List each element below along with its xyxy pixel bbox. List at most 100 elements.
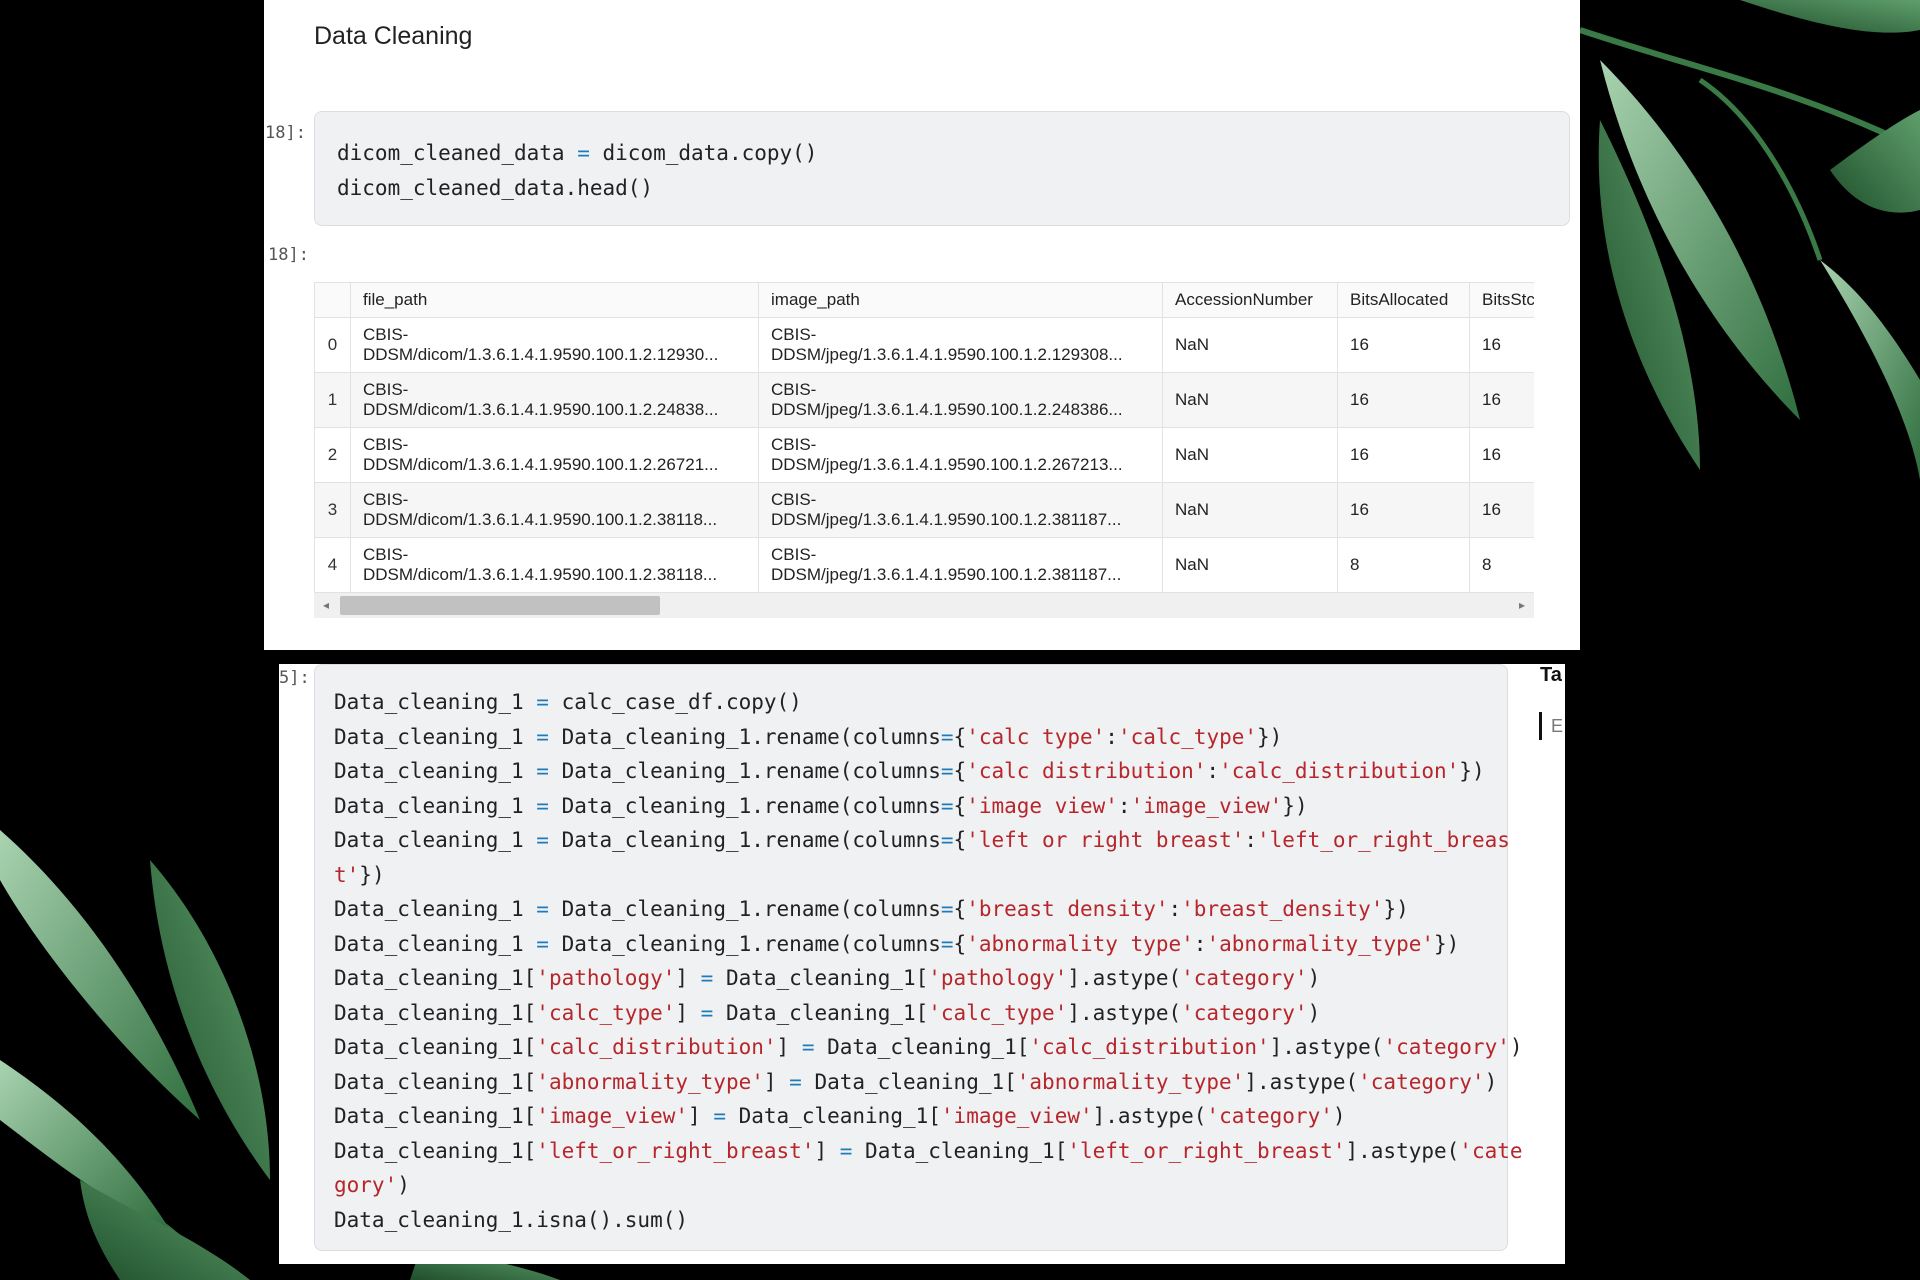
section-heading: Data Cleaning: [314, 22, 473, 50]
code-line: Data_cleaning_1['calc_type'] = Data_clea…: [334, 996, 1488, 1031]
code-line: gory'): [334, 1168, 1488, 1203]
code-text: Data_cleaning_1[: [334, 1069, 537, 1094]
code-string: gory': [334, 1173, 398, 1197]
dataframe-table: file_path image_path AccessionNumber Bit…: [314, 282, 1534, 593]
table-row: 4 CBIS- DDSM/dicom/1.3.6.1.4.1.9590.100.1…: [314, 537, 1534, 593]
row-index: 1: [314, 372, 351, 428]
code-text: Data_cleaning_1: [334, 793, 537, 818]
cell-text: CBIS-: [363, 545, 409, 564]
cell-accession-number: NaN: [1162, 482, 1338, 538]
code-operator: =: [536, 759, 549, 783]
cell-text: DDSM/jpeg/1.3.6.1.4.1.9590.100.1.2.24838…: [771, 400, 1123, 419]
scroll-left-icon[interactable]: ◂: [318, 596, 334, 615]
cell-text: DDSM/dicom/1.3.6.1.4.1.9590.100.1.2.1293…: [363, 345, 719, 364]
code-text: :: [1244, 828, 1258, 852]
code-string: 'calc distribution': [966, 759, 1207, 783]
cell-text: CBIS-: [771, 435, 817, 454]
code-text: :: [1105, 724, 1118, 749]
horizontal-scrollbar[interactable]: ◂ ▸: [314, 592, 1534, 618]
cell-text: DDSM/jpeg/1.3.6.1.4.1.9590.100.1.2.12930…: [771, 345, 1123, 364]
code-string: 'calc_type': [928, 1000, 1068, 1025]
code-editor[interactable]: dicom_cleaned_data = dicom_data.copy() di…: [337, 136, 1547, 206]
dataframe-output: file_path image_path AccessionNumber Bit…: [314, 282, 1534, 617]
code-line: t'}): [334, 858, 1488, 893]
cell-text: DDSM/dicom/1.3.6.1.4.1.9590.100.1.2.2672…: [363, 455, 719, 474]
code-text: dicom_data.copy(): [589, 141, 818, 165]
code-cell-1[interactable]: dicom_cleaned_data = dicom_data.copy() di…: [314, 111, 1570, 226]
code-string: 'calc_distribution': [1029, 1035, 1270, 1059]
code-text: ].astype(: [1244, 1069, 1359, 1094]
code-operator: =: [789, 1069, 802, 1094]
text-cursor-icon: [1539, 712, 1542, 740]
code-text: }): [1282, 793, 1308, 818]
code-text: {: [953, 828, 967, 852]
cell-image-path: CBIS- DDSM/jpeg/1.3.6.1.4.1.9590.100.1.2.…: [758, 317, 1163, 373]
code-text: ]: [688, 1104, 714, 1128]
code-text: ): [1332, 1104, 1346, 1128]
code-string: 'breast density': [966, 897, 1169, 921]
code-string: 'pathology': [928, 966, 1068, 990]
code-string: 'image_view': [1130, 793, 1283, 818]
code-line: Data_cleaning_1 = Data_cleaning_1.rename…: [334, 754, 1488, 789]
cell-accession-number: NaN: [1162, 537, 1338, 593]
code-text: Data_cleaning_1: [334, 897, 537, 921]
code-text: Data_cleaning_1[: [334, 1035, 537, 1059]
code-text: calc_case_df.copy(): [548, 690, 802, 714]
code-text: Data_cleaning_1: [334, 724, 537, 749]
cell-image-path: CBIS- DDSM/jpeg/1.3.6.1.4.1.9590.100.1.2.…: [758, 482, 1163, 538]
code-operator: =: [940, 759, 954, 783]
code-string: 'pathology': [536, 966, 676, 990]
scrollbar-thumb[interactable]: [340, 596, 660, 615]
code-text: }): [359, 862, 385, 887]
cell-image-path: CBIS- DDSM/jpeg/1.3.6.1.4.1.9590.100.1.2.…: [758, 372, 1163, 428]
table-row: 3 CBIS- DDSM/dicom/1.3.6.1.4.1.9590.100.1…: [314, 482, 1534, 538]
code-text: {: [953, 897, 967, 921]
cell-text: DDSM/dicom/1.3.6.1.4.1.9590.100.1.2.3811…: [363, 510, 718, 529]
cell-bits-allocated: 16: [1337, 482, 1470, 538]
code-editor[interactable]: Data_cleaning_1 = calc_case_df.copy() Dat…: [334, 685, 1523, 1238]
code-line: Data_cleaning_1 = calc_case_df.copy(): [334, 685, 1488, 720]
code-text: Data_cleaning_1[: [814, 1035, 1030, 1059]
side-text-fragment: E: [1551, 716, 1564, 736]
code-text: {: [953, 759, 967, 783]
code-text: ].astype(: [1067, 966, 1182, 990]
code-text: ]: [814, 1138, 840, 1163]
code-string: 'left_or_right_breast': [536, 1138, 815, 1163]
code-text: }): [1459, 759, 1485, 783]
code-string: 'abnormality_type': [536, 1069, 764, 1094]
code-string: 'calc_type': [1117, 724, 1258, 749]
code-operator: =: [839, 1138, 853, 1163]
row-index: 2: [314, 427, 351, 483]
cell-bits-allocated: 8: [1337, 537, 1470, 593]
code-text: Data_cleaning_1[: [713, 966, 929, 990]
code-string: 'category': [1358, 1069, 1485, 1094]
code-line: Data_cleaning_1['abnormality_type'] = Da…: [334, 1065, 1497, 1100]
code-text: }): [1434, 931, 1460, 956]
column-header-accession-number: AccessionNumber: [1162, 282, 1338, 318]
code-operator: =: [577, 141, 590, 165]
code-line: Data_cleaning_1.isna().sum(): [334, 1203, 1488, 1238]
cell-text: DDSM/jpeg/1.3.6.1.4.1.9590.100.1.2.38118…: [771, 565, 1122, 584]
code-text: Data_cleaning_1: [334, 690, 537, 714]
code-text: ): [1307, 1000, 1321, 1025]
cell-file-path: CBIS- DDSM/dicom/1.3.6.1.4.1.9590.100.1.2…: [350, 372, 759, 428]
row-index: 3: [314, 482, 351, 538]
scroll-right-icon[interactable]: ▸: [1514, 596, 1530, 615]
cell-bits-allocated: 16: [1337, 427, 1470, 483]
code-string: 'category': [1206, 1104, 1333, 1128]
code-text: }): [1257, 724, 1283, 749]
code-operator: =: [713, 1104, 726, 1128]
cell-image-path: CBIS- DDSM/jpeg/1.3.6.1.4.1.9590.100.1.2.…: [758, 537, 1163, 593]
code-text: Data_cleaning_1: [334, 759, 537, 783]
cell-input-prompt: 18]:: [265, 123, 306, 143]
table-row: 2 CBIS- DDSM/dicom/1.3.6.1.4.1.9590.100.1…: [314, 427, 1534, 483]
code-cell-2[interactable]: Data_cleaning_1 = calc_case_df.copy() Dat…: [314, 664, 1523, 1251]
code-operator: =: [700, 966, 714, 990]
code-line: Data_cleaning_1 = Data_cleaning_1.rename…: [334, 892, 1488, 927]
code-text: Data_cleaning_1: [334, 828, 537, 852]
code-line: Data_cleaning_1['pathology'] = Data_clea…: [334, 961, 1488, 996]
code-text: Data_cleaning_1.isna().sum(): [334, 1207, 689, 1232]
code-text: :: [1206, 759, 1220, 783]
code-string: 'abnormality_type': [1206, 931, 1435, 956]
code-string: 'category': [1181, 966, 1308, 990]
